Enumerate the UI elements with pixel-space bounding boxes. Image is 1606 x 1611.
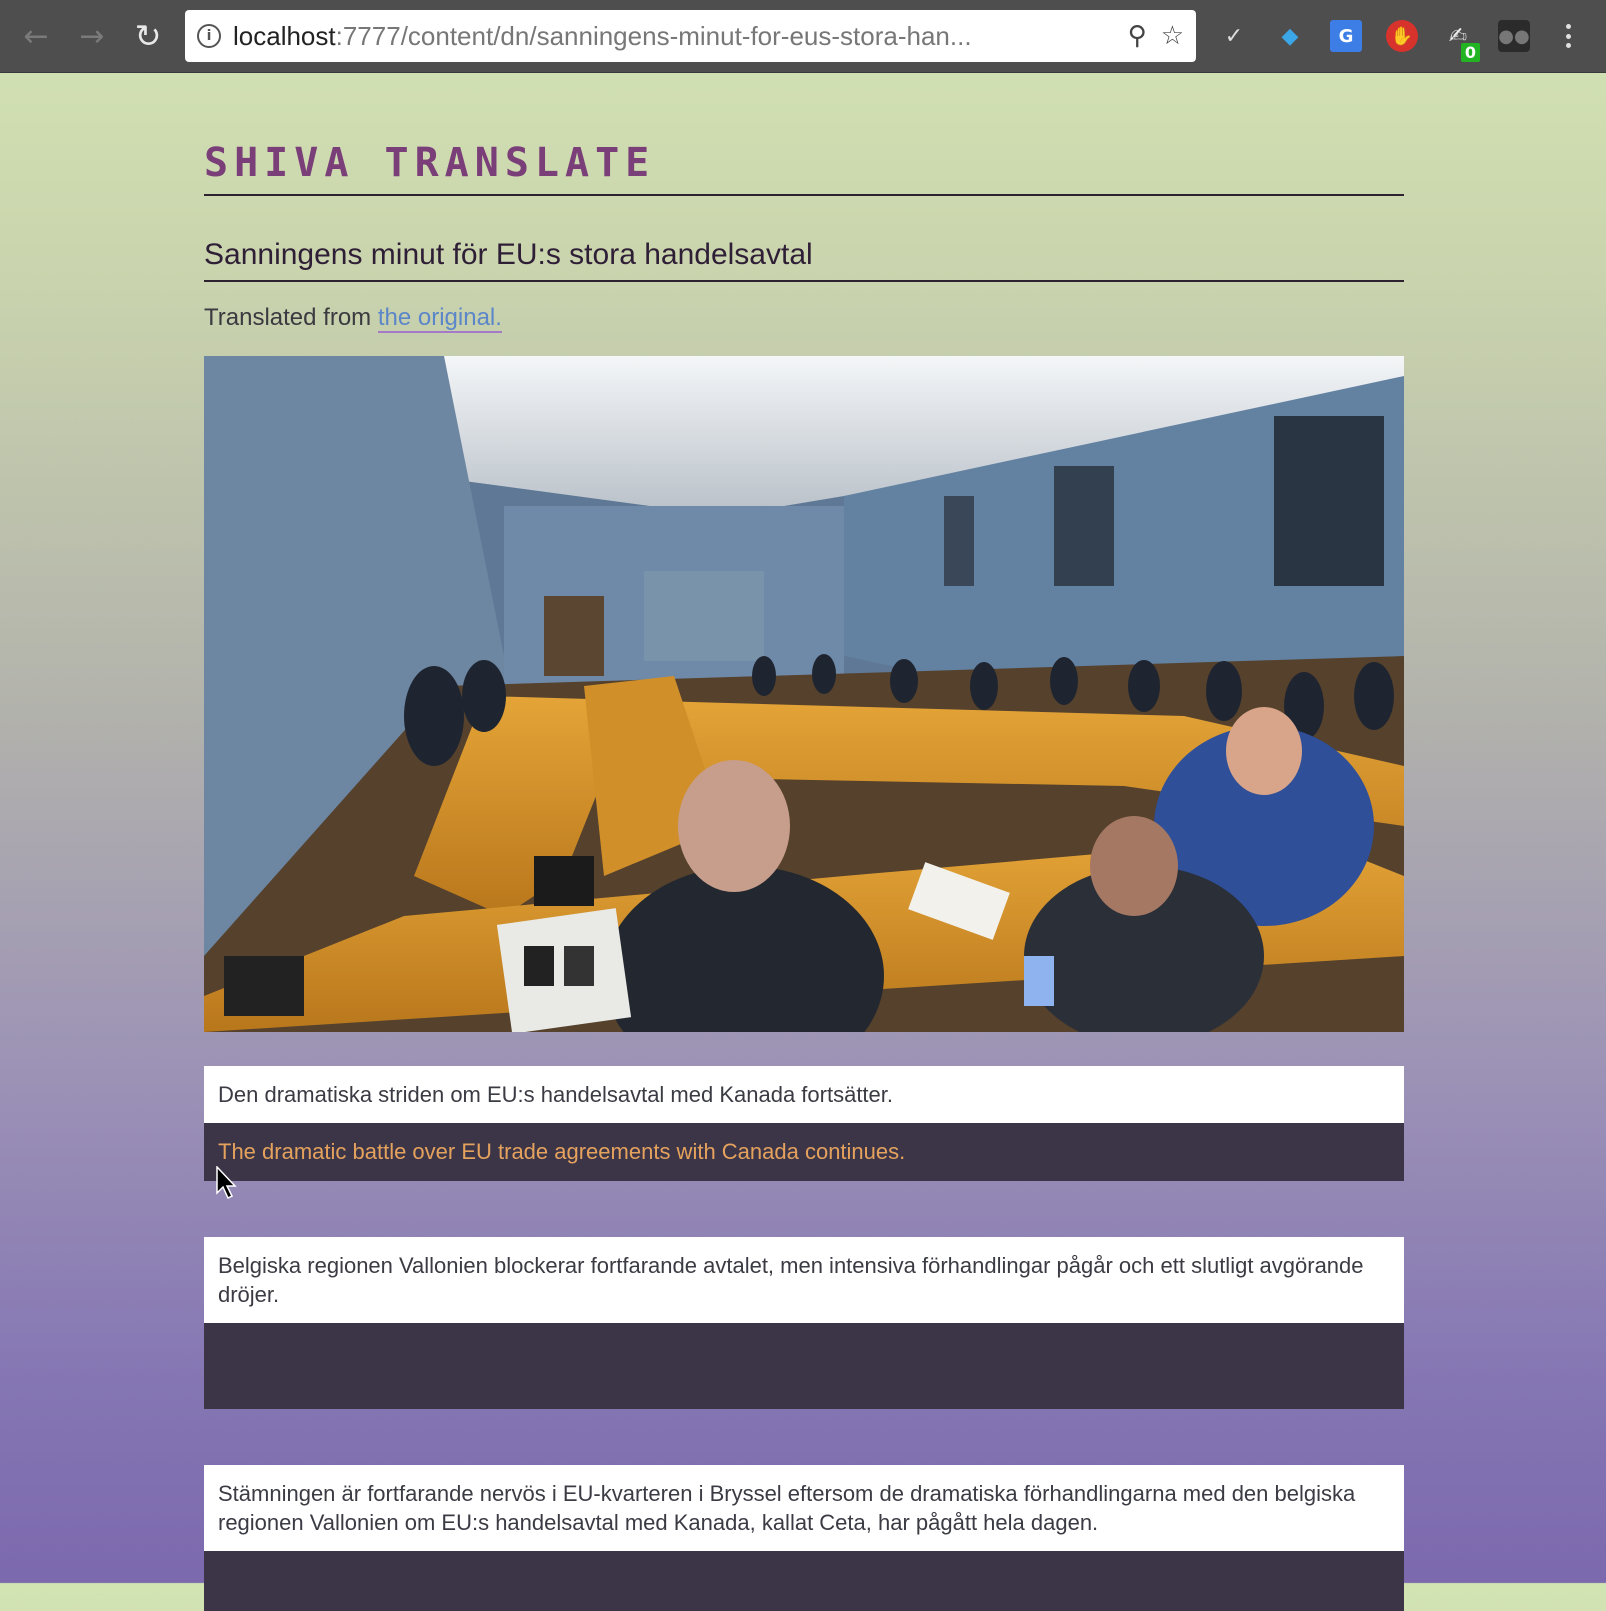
source-paragraph[interactable]: Den dramatiska striden om EU:s handelsav… [204,1066,1404,1123]
back-arrow-icon[interactable]: ← [18,18,54,54]
paragraph-pair: Belgiska regionen Vallonien blockerar fo… [204,1237,1404,1409]
glasses-icon[interactable]: ●● [1498,20,1530,52]
translated-from-line: Translated from the original. [204,304,1404,333]
extension-icon[interactable]: ✍ 0 [1442,20,1480,62]
info-icon[interactable]: i [197,24,221,48]
page-container: Shiva Translate Sanningens minut för EU:… [204,72,1404,1611]
extension-badge: 0 [1460,43,1480,62]
url-path: :7777/content/dn/sanningens-minut-for-eu… [335,20,972,51]
address-bar[interactable]: i localhost:7777/content/dn/sanningens-m… [185,10,1196,62]
browser-toolbar: ← → ↻ i localhost:7777/content/dn/sannin… [0,0,1606,73]
translation-paragraph[interactable] [204,1551,1404,1611]
source-paragraph[interactable]: Stämningen är fortfarande nervös i EU-kv… [204,1465,1404,1551]
mouse-cursor-icon [216,1166,237,1200]
article-photo [204,356,1404,1032]
paragraph-pair: Stämningen är fortfarande nervös i EU-kv… [204,1465,1404,1611]
browser-menu-icon[interactable] [1560,20,1576,52]
translation-paragraph[interactable]: The dramatic battle over EU trade agreem… [204,1123,1404,1181]
google-translate-icon[interactable]: G [1330,20,1362,52]
article-title: Sanningens minut för EU:s stora handelsa… [204,238,1404,282]
url-text[interactable]: localhost:7777/content/dn/sanningens-min… [233,21,1120,52]
url-host: localhost [233,20,336,51]
reload-icon[interactable]: ↻ [130,17,166,55]
zoom-icon[interactable]: ⚲ [1128,21,1147,51]
translated-from-label: Translated from [204,304,378,331]
translation-paragraph[interactable] [204,1323,1404,1409]
pocket-icon[interactable]: ✓ [1218,20,1250,52]
adblock-icon[interactable]: ✋ [1386,20,1418,52]
original-link[interactable]: the original. [377,304,502,333]
bookmark-star-icon[interactable]: ☆ [1161,21,1184,51]
source-paragraph[interactable]: Belgiska regionen Vallonien blockerar fo… [204,1237,1404,1323]
forward-arrow-icon[interactable]: → [74,18,110,54]
paragraph-pair: Den dramatiska striden om EU:s handelsav… [204,1066,1404,1181]
diamond-icon[interactable]: ◆ [1274,20,1306,52]
site-brand[interactable]: Shiva Translate [204,142,1404,196]
